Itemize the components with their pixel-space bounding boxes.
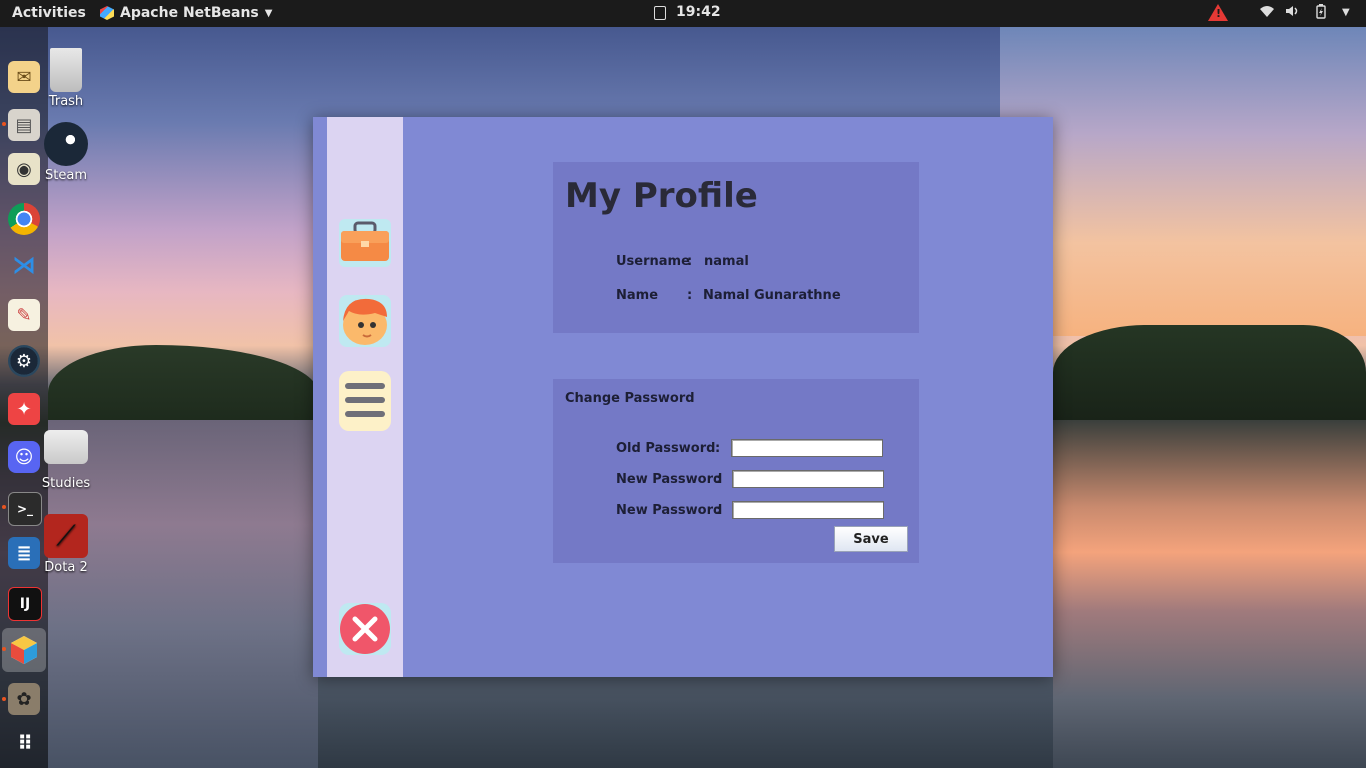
old-password-label: Old Password	[616, 441, 716, 456]
clipboard-icon	[654, 6, 666, 20]
sunset-sky	[1000, 26, 1366, 336]
sidebar	[327, 117, 403, 677]
username-colon: :	[687, 254, 693, 269]
change-password-title: Change Password	[565, 391, 695, 406]
user-avatar-icon	[339, 295, 391, 347]
desktop-trash[interactable]: Trash	[31, 48, 101, 109]
sidebar-menu-button[interactable]	[333, 371, 397, 431]
warning-icon[interactable]: !	[1208, 4, 1228, 21]
window-left-edge	[313, 117, 328, 677]
running-indicator	[2, 122, 6, 126]
desktop-studies-label: Studies	[41, 476, 91, 491]
lake-right	[1053, 420, 1366, 768]
confirm-password-colon: :	[716, 503, 722, 518]
sidebar-profile-button[interactable]	[333, 291, 397, 351]
name-value: Namal Gunarathne	[703, 288, 841, 303]
sidebar-close-button[interactable]	[333, 599, 397, 659]
clock[interactable]: 19:42	[676, 4, 721, 20]
trash-icon	[50, 48, 82, 92]
dota-icon: ⟋	[44, 514, 88, 558]
running-indicator	[2, 647, 6, 651]
desktop-dota[interactable]: ⟋ Dota 2	[31, 514, 101, 575]
app-menu[interactable]: Apache NetBeans ▼	[100, 5, 272, 21]
netbeans-icon	[100, 6, 114, 20]
system-menu-chevron-icon[interactable]: ▼	[1342, 7, 1350, 18]
desktop-dota-label: Dota 2	[44, 560, 88, 575]
confirm-password-input[interactable]	[732, 501, 884, 519]
desktop-trash-label: Trash	[48, 94, 84, 109]
vscode-icon[interactable]: ⋊	[8, 249, 40, 281]
running-indicator	[2, 697, 6, 701]
drive-icon	[44, 430, 88, 464]
chrome-icon[interactable]	[8, 203, 40, 235]
gimp-icon[interactable]: ✿	[8, 683, 40, 715]
briefcase-icon	[339, 219, 391, 267]
new-password-input[interactable]	[732, 470, 884, 488]
activities-button[interactable]: Activities	[12, 5, 86, 21]
sidebar-briefcase-button[interactable]	[333, 213, 397, 273]
main-content: My Profile Username : namal Name : Namal…	[403, 117, 1053, 677]
close-icon	[339, 603, 391, 655]
app-grid-icon[interactable]: ⠿	[8, 727, 40, 759]
old-password-colon: :	[715, 441, 721, 456]
battery-icon[interactable]	[1316, 4, 1326, 23]
save-button[interactable]: Save	[834, 526, 908, 552]
new-password-colon: :	[716, 472, 722, 487]
new-password-label: New Password	[616, 472, 723, 487]
chevron-down-icon: ▼	[264, 7, 273, 19]
list-icon	[339, 371, 391, 431]
change-password-panel: Change Password Old Password : New Passw…	[553, 379, 919, 563]
forest-left	[48, 345, 318, 425]
steam-icon[interactable]: ⚙	[8, 345, 40, 377]
name-colon: :	[687, 288, 693, 303]
desktop-steam[interactable]: Steam	[31, 122, 101, 183]
settings-icon[interactable]: ✦	[8, 393, 40, 425]
intellij-icon[interactable]: IJ	[8, 587, 42, 621]
confirm-password-label: New Password	[616, 503, 723, 518]
running-indicator	[2, 505, 6, 509]
netbeans-dock-icon[interactable]	[2, 628, 46, 672]
username-label: Username	[616, 254, 690, 269]
app-name: Apache NetBeans	[120, 5, 259, 21]
username-value: namal	[704, 254, 749, 269]
desktop-steam-label: Steam	[45, 168, 87, 183]
wifi-icon[interactable]	[1259, 4, 1275, 22]
page-title: My Profile	[565, 176, 758, 216]
desktop-studies[interactable]: Studies	[31, 430, 101, 491]
old-password-input[interactable]	[731, 439, 883, 457]
profile-panel: My Profile Username : namal Name : Namal…	[553, 162, 919, 333]
forest-right	[1053, 325, 1366, 420]
text-editor-icon[interactable]: ✎	[8, 299, 40, 331]
profile-window: My Profile Username : namal Name : Namal…	[313, 117, 1053, 677]
volume-icon[interactable]	[1285, 4, 1301, 22]
top-bar: Activities Apache NetBeans ▼ 19:42 ! ▼	[0, 0, 1366, 27]
name-label: Name	[616, 288, 659, 303]
steam-icon	[44, 122, 88, 166]
